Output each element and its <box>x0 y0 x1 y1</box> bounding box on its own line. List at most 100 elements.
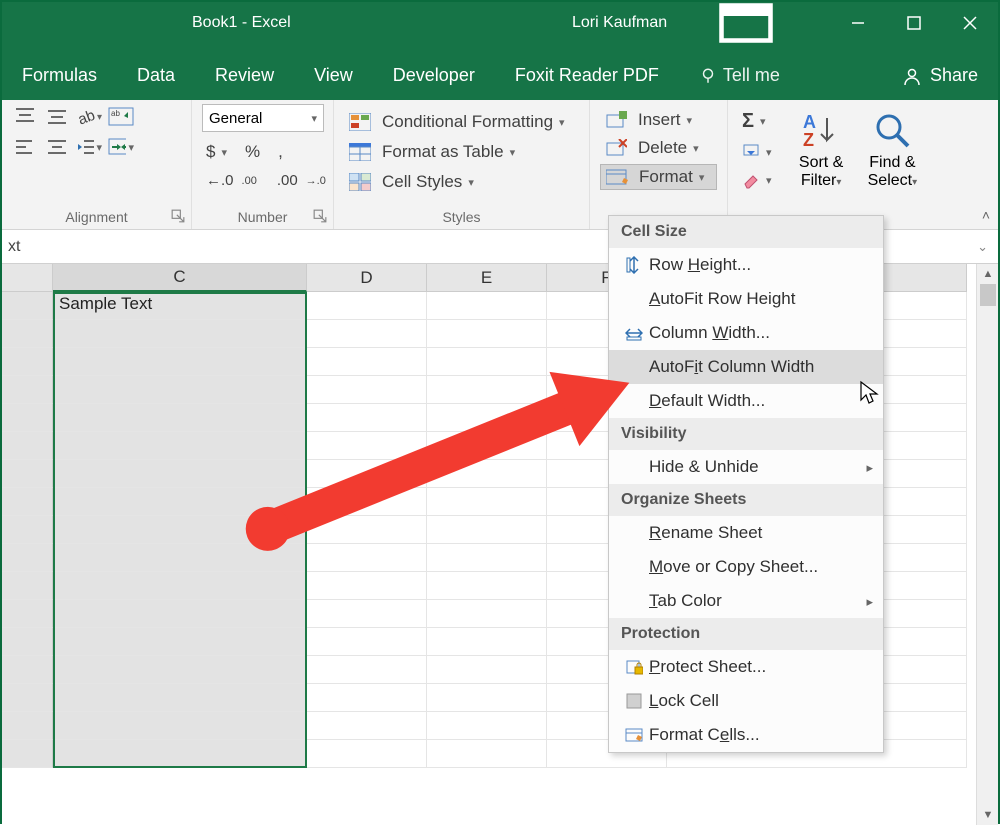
cell[interactable] <box>53 712 307 740</box>
percent-button[interactable]: % <box>241 140 264 164</box>
delete-cells-button[interactable]: Delete <box>600 136 717 160</box>
format-as-table-button[interactable]: Format as Table <box>344 140 579 164</box>
align-center-icon[interactable] <box>44 134 70 160</box>
vertical-scrollbar[interactable]: ▲ ▼ <box>976 264 998 825</box>
menu-item-lock-cell[interactable]: Lock Cell <box>609 684 883 718</box>
autosum-button[interactable]: Σ <box>738 108 786 135</box>
tab-developer[interactable]: Developer <box>393 65 475 86</box>
cell[interactable] <box>307 516 427 544</box>
cell[interactable] <box>427 572 547 600</box>
tab-view[interactable]: View <box>314 65 353 86</box>
menu-item-protect-sheet[interactable]: Protect Sheet... <box>609 650 883 684</box>
insert-cells-button[interactable]: Insert <box>600 108 717 132</box>
tab-foxit[interactable]: Foxit Reader PDF <box>515 65 659 86</box>
find-select-button[interactable]: Find &Select▾ <box>857 104 928 227</box>
cell[interactable] <box>53 404 307 432</box>
increase-decimal-button[interactable]: ←.0.00 <box>202 170 261 191</box>
cell[interactable] <box>53 376 307 404</box>
cell[interactable] <box>427 740 547 768</box>
cell[interactable] <box>307 404 427 432</box>
cell[interactable] <box>427 544 547 572</box>
conditional-formatting-button[interactable]: Conditional Formatting <box>344 110 579 134</box>
decrease-decimal-button[interactable]: .00→.0 <box>273 170 330 191</box>
cell[interactable] <box>53 628 307 656</box>
cell[interactable] <box>307 544 427 572</box>
sort-filter-button[interactable]: AZ Sort &Filter▾ <box>786 104 857 227</box>
cell[interactable] <box>427 292 547 320</box>
minimize-button[interactable] <box>830 2 886 44</box>
menu-item-default-width[interactable]: Default Width... <box>609 384 883 418</box>
cell[interactable] <box>427 348 547 376</box>
cell[interactable] <box>307 656 427 684</box>
tab-data[interactable]: Data <box>137 65 175 86</box>
merge-center-icon[interactable] <box>108 134 134 160</box>
tell-me[interactable]: Tell me <box>699 65 780 86</box>
cell[interactable] <box>307 712 427 740</box>
cell[interactable] <box>307 460 427 488</box>
menu-item-row-height[interactable]: Row Height... <box>609 248 883 282</box>
comma-button[interactable]: , <box>274 140 287 164</box>
menu-item-rename-sheet[interactable]: Rename Sheet <box>609 516 883 550</box>
number-format-combo[interactable]: General▾ <box>202 104 324 132</box>
cell[interactable] <box>427 628 547 656</box>
cell[interactable] <box>427 404 547 432</box>
share-button[interactable]: Share <box>902 65 978 86</box>
menu-item-autofit-column-width[interactable]: AutoFit Column Width <box>609 350 883 384</box>
cell[interactable] <box>53 684 307 712</box>
menu-item-autofit-row-height[interactable]: AutoFit Row Height <box>609 282 883 316</box>
scroll-up-arrow-icon[interactable]: ▲ <box>977 264 999 284</box>
cell[interactable] <box>53 740 307 768</box>
cell[interactable] <box>307 628 427 656</box>
cell[interactable] <box>53 572 307 600</box>
currency-button[interactable]: $ <box>202 140 231 164</box>
cell[interactable] <box>427 432 547 460</box>
scroll-thumb[interactable] <box>980 284 996 306</box>
cell[interactable] <box>427 516 547 544</box>
cell[interactable] <box>53 516 307 544</box>
cell[interactable] <box>307 292 427 320</box>
cell[interactable] <box>53 460 307 488</box>
cell[interactable] <box>53 600 307 628</box>
cell[interactable] <box>427 376 547 404</box>
cell[interactable] <box>53 656 307 684</box>
cell[interactable] <box>53 432 307 460</box>
decrease-indent-icon[interactable] <box>76 134 102 160</box>
fill-button[interactable] <box>738 141 786 163</box>
cell[interactable] <box>53 544 307 572</box>
cell[interactable] <box>427 320 547 348</box>
expand-formula-bar-icon[interactable]: ⌄ <box>977 239 988 255</box>
cell[interactable] <box>307 740 427 768</box>
wrap-text-icon[interactable]: ab <box>108 104 134 130</box>
cell[interactable] <box>307 600 427 628</box>
col-header-e[interactable]: E <box>427 264 547 292</box>
cell[interactable] <box>307 376 427 404</box>
cell[interactable] <box>53 488 307 516</box>
close-button[interactable] <box>942 2 998 44</box>
col-header-blank[interactable] <box>2 264 53 292</box>
align-left-icon[interactable] <box>12 134 38 160</box>
cell[interactable] <box>307 572 427 600</box>
scroll-down-arrow-icon[interactable]: ▼ <box>977 805 999 825</box>
align-middle-icon[interactable] <box>44 104 70 130</box>
alignment-launcher-icon[interactable] <box>171 209 185 223</box>
cell[interactable] <box>307 488 427 516</box>
collapse-ribbon-icon[interactable]: ˄ <box>982 207 990 223</box>
col-header-c[interactable]: C <box>53 264 307 292</box>
orientation-icon[interactable]: ab▾ <box>76 104 102 130</box>
cell[interactable]: Sample Text <box>53 292 307 320</box>
cell[interactable] <box>427 488 547 516</box>
cell[interactable] <box>53 320 307 348</box>
menu-item-tab-color[interactable]: Tab Color <box>609 584 883 618</box>
cell[interactable] <box>307 320 427 348</box>
maximize-button[interactable] <box>886 2 942 44</box>
cell[interactable] <box>427 712 547 740</box>
cell[interactable] <box>307 684 427 712</box>
cell[interactable] <box>427 684 547 712</box>
align-top-icon[interactable] <box>12 104 38 130</box>
ribbon-display-options[interactable] <box>718 2 774 44</box>
menu-item-column-width[interactable]: Column Width... <box>609 316 883 350</box>
number-launcher-icon[interactable] <box>313 209 327 223</box>
tab-formulas[interactable]: Formulas <box>22 65 97 86</box>
tab-review[interactable]: Review <box>215 65 274 86</box>
cell[interactable] <box>427 656 547 684</box>
